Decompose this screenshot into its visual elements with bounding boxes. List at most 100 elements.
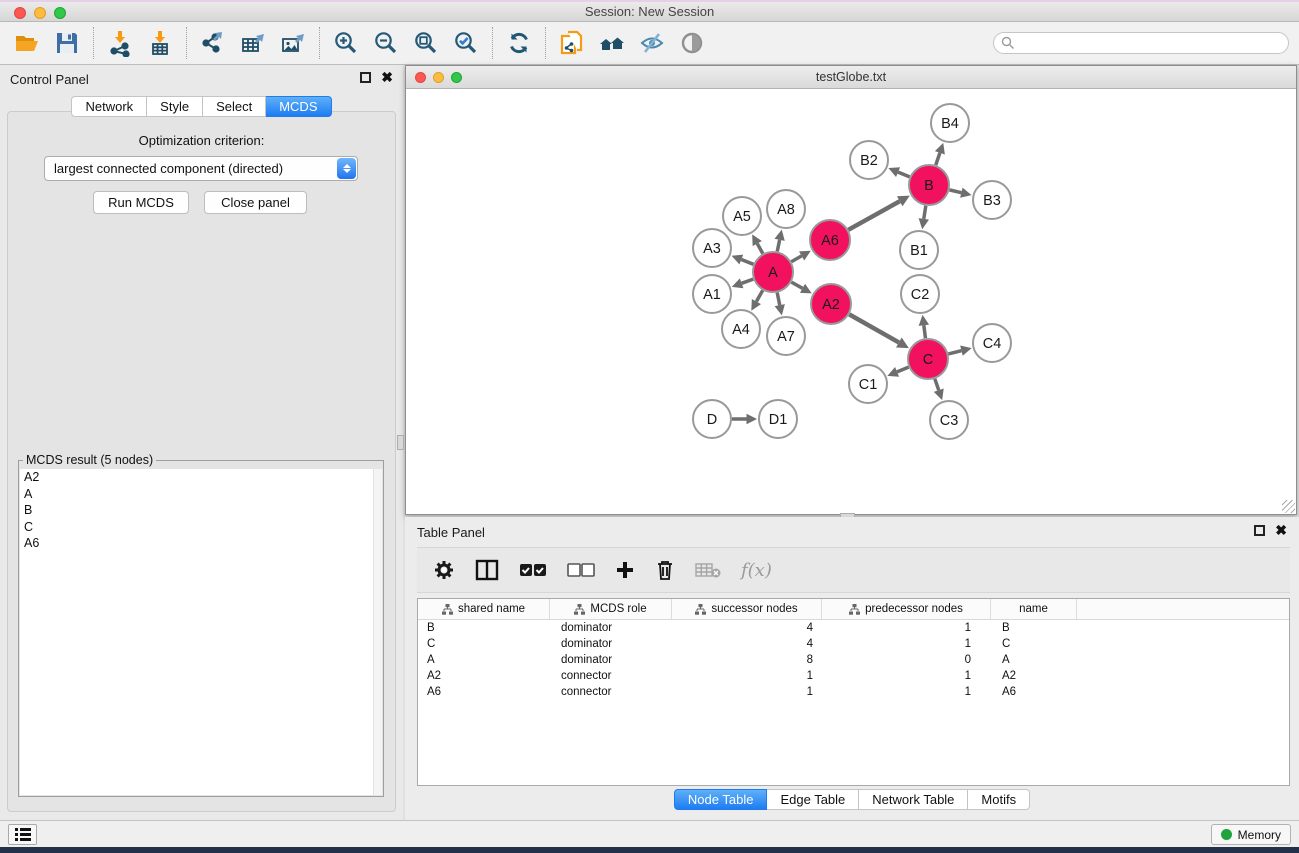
delete-row-icon[interactable] — [655, 559, 675, 581]
import-table-icon[interactable] — [143, 26, 177, 60]
edge-C-C3[interactable] — [935, 379, 939, 390]
edge-A2-C[interactable] — [849, 314, 899, 342]
clone-network-icon[interactable] — [555, 26, 589, 60]
result-item[interactable]: C — [20, 519, 382, 536]
open-file-icon[interactable] — [10, 26, 44, 60]
node-A3[interactable]: A3 — [693, 229, 731, 267]
edge-B-B3[interactable] — [949, 190, 961, 193]
memory-button[interactable]: Memory — [1211, 824, 1291, 845]
table-cell[interactable]: 1 — [822, 620, 991, 636]
close-panel-icon[interactable]: ✖ — [381, 72, 393, 83]
column-header-shared-name[interactable]: shared name — [418, 599, 550, 619]
close-panel-button[interactable]: Close panel — [204, 191, 307, 214]
table-cell[interactable]: 4 — [672, 636, 822, 652]
table-cell[interactable]: A2 — [991, 668, 1077, 684]
save-session-icon[interactable] — [50, 26, 84, 60]
node-C2[interactable]: C2 — [901, 275, 939, 313]
node-A8[interactable]: A8 — [767, 190, 805, 228]
zoom-in-icon[interactable] — [329, 26, 363, 60]
node-C[interactable]: C — [908, 339, 948, 379]
zoom-fit-icon[interactable] — [409, 26, 443, 60]
table-cell[interactable]: 4 — [672, 620, 822, 636]
settings-gear-icon[interactable] — [433, 559, 455, 581]
export-table-icon[interactable] — [236, 26, 270, 60]
tab-mcds[interactable]: MCDS — [266, 96, 331, 117]
column-header-name[interactable]: name — [991, 599, 1077, 619]
edge-A-A7[interactable] — [777, 293, 780, 306]
refresh-layout-icon[interactable] — [502, 26, 536, 60]
table-cell[interactable]: 8 — [672, 652, 822, 668]
edge-A-A2[interactable] — [791, 282, 802, 288]
column-header-MCDS-role[interactable]: MCDS role — [550, 599, 672, 619]
network-window-titlebar[interactable]: testGlobe.txt — [406, 66, 1296, 89]
table-cell[interactable]: connector — [550, 684, 672, 700]
deselect-all-icon[interactable] — [567, 562, 595, 578]
tab-node-table[interactable]: Node Table — [674, 789, 768, 810]
edge-C-C2[interactable] — [924, 325, 926, 338]
edge-A-A6[interactable] — [791, 256, 801, 262]
tab-motifs[interactable]: Motifs — [968, 789, 1030, 810]
node-A7[interactable]: A7 — [767, 317, 805, 355]
select-all-icon[interactable] — [519, 562, 547, 578]
table-cell[interactable]: 1 — [822, 684, 991, 700]
table-row[interactable]: A6connector11A6 — [418, 684, 1289, 700]
table-cell[interactable]: C — [418, 636, 550, 652]
tab-edge-table[interactable]: Edge Table — [767, 789, 859, 810]
node-A6[interactable]: A6 — [810, 220, 850, 260]
edge-A-A8[interactable] — [777, 240, 779, 252]
task-history-button[interactable] — [8, 824, 37, 845]
network-canvas[interactable]: AA1A3A5A8A4A7A6A2BB1B2B3B4CC1C2C3C4DD1 — [406, 90, 1296, 514]
add-row-icon[interactable] — [615, 560, 635, 580]
network-maximize-button[interactable] — [451, 72, 462, 83]
table-row[interactable]: Cdominator41C — [418, 636, 1289, 652]
tab-style[interactable]: Style — [147, 96, 203, 117]
mcds-result-list[interactable]: A2ABCA6 — [20, 469, 382, 795]
export-image-icon[interactable] — [276, 26, 310, 60]
edge-B-B2[interactable] — [898, 172, 910, 177]
home-icon[interactable] — [595, 26, 629, 60]
node-B4[interactable]: B4 — [931, 104, 969, 142]
graphics-details-icon[interactable] — [675, 26, 709, 60]
search-input[interactable] — [1015, 34, 1288, 52]
column-header-successor-nodes[interactable]: successor nodes — [672, 599, 822, 619]
import-network-icon[interactable] — [103, 26, 137, 60]
column-visibility-icon[interactable] — [475, 559, 499, 581]
node-C4[interactable]: C4 — [973, 324, 1011, 362]
zoom-selected-icon[interactable] — [449, 26, 483, 60]
export-network-icon[interactable] — [196, 26, 230, 60]
network-close-button[interactable] — [415, 72, 426, 83]
criterion-dropdown[interactable]: largest connected component (directed) — [44, 156, 358, 181]
table-cell[interactable]: 0 — [822, 652, 991, 668]
edge-A6-B[interactable] — [848, 201, 899, 230]
search-field[interactable] — [993, 32, 1289, 54]
table-cell[interactable]: B — [418, 620, 550, 636]
edge-A-A3[interactable] — [741, 260, 753, 265]
table-cell[interactable]: B — [991, 620, 1077, 636]
float-panel-icon[interactable] — [360, 72, 371, 83]
table-cell[interactable]: dominator — [550, 636, 672, 652]
node-A4[interactable]: A4 — [722, 310, 760, 348]
resize-grip-icon[interactable] — [1282, 500, 1295, 513]
result-item[interactable]: A — [20, 486, 382, 503]
close-window-button[interactable] — [14, 7, 26, 19]
table-cell[interactable]: A6 — [991, 684, 1077, 700]
edge-C-C4[interactable] — [948, 351, 961, 354]
network-minimize-button[interactable] — [433, 72, 444, 83]
table-cell[interactable]: 1 — [822, 636, 991, 652]
node-B3[interactable]: B3 — [973, 181, 1011, 219]
edge-B-B4[interactable] — [936, 153, 940, 165]
run-mcds-button[interactable]: Run MCDS — [93, 191, 189, 214]
tab-network[interactable]: Network — [71, 96, 147, 117]
tab-select[interactable]: Select — [203, 96, 266, 117]
minimize-window-button[interactable] — [34, 7, 46, 19]
node-B1[interactable]: B1 — [900, 231, 938, 269]
node-B2[interactable]: B2 — [850, 141, 888, 179]
zoom-out-icon[interactable] — [369, 26, 403, 60]
node-C3[interactable]: C3 — [930, 401, 968, 439]
hide-selected-icon[interactable] — [635, 26, 669, 60]
result-scrollbar[interactable] — [373, 469, 382, 795]
edge-C-C1[interactable] — [897, 367, 909, 372]
node-A2[interactable]: A2 — [811, 284, 851, 324]
node-B[interactable]: B — [909, 165, 949, 205]
node-D1[interactable]: D1 — [759, 400, 797, 438]
